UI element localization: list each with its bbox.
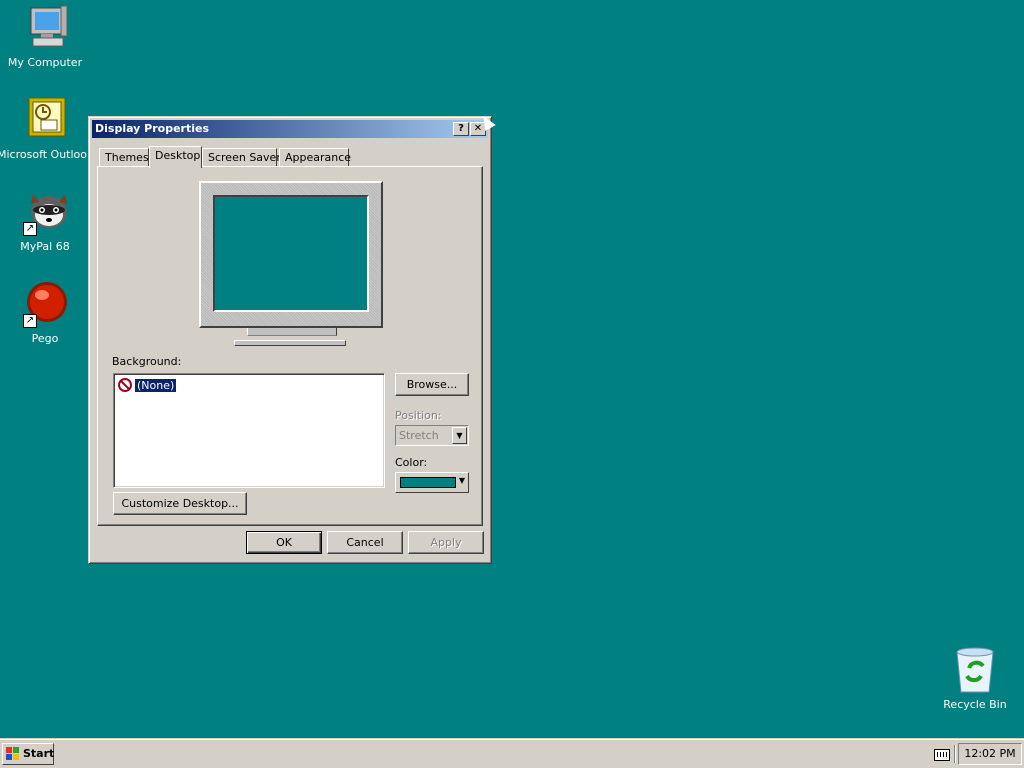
tab-appearance[interactable]: Appearance: [279, 148, 352, 167]
customize-desktop-button[interactable]: Customize Desktop...: [113, 492, 247, 515]
start-button[interactable]: Start: [2, 743, 54, 765]
position-select[interactable]: Stretch ▼: [395, 425, 469, 446]
title-bar[interactable]: Display Properties ? ✕: [92, 120, 488, 138]
color-label: Color:: [395, 456, 428, 469]
none-icon: [118, 378, 132, 392]
monitor-preview: [199, 181, 383, 328]
background-listbox[interactable]: (None): [113, 373, 385, 488]
apply-button[interactable]: Apply: [408, 531, 484, 554]
desktop-icon-recycle-bin[interactable]: Recycle Bin: [927, 646, 1023, 711]
taskbar: Start 12:02 PM: [0, 738, 1024, 768]
desktop-icon-label: Recycle Bin: [943, 698, 1007, 711]
background-item-none[interactable]: (None): [133, 377, 178, 393]
desktop-icon-label: Pego: [31, 332, 59, 345]
tab-label: Themes: [105, 151, 149, 164]
desktop-icon-pego[interactable]: ↗ Pego: [0, 280, 93, 345]
tab-label: Desktop: [155, 149, 201, 162]
position-value: Stretch: [399, 429, 439, 442]
desktop-icon-label: My Computer: [7, 56, 83, 69]
pego-icon: ↗: [21, 280, 69, 328]
shortcut-arrow-icon: ↗: [23, 314, 37, 328]
keyboard-icon[interactable]: [934, 749, 950, 761]
background-label: Background:: [112, 355, 182, 368]
windows-logo-icon: [6, 747, 20, 761]
help-icon: ?: [458, 123, 464, 134]
tab-desktop[interactable]: Desktop: [149, 146, 202, 168]
window-title: Display Properties: [95, 122, 210, 135]
clock-time: 12:02 PM: [964, 747, 1016, 760]
monitor-neck: [247, 328, 337, 336]
desktop-icon-my-computer[interactable]: My Computer: [0, 4, 93, 69]
list-item[interactable]: (None): [118, 377, 178, 393]
tray-separator: [954, 745, 956, 763]
my-computer-icon: [21, 4, 69, 52]
tab-label: Appearance: [285, 151, 352, 164]
monitor-preview-screen: [213, 195, 369, 312]
help-button[interactable]: ?: [453, 122, 469, 136]
position-label: Position:: [395, 409, 442, 422]
system-clock[interactable]: 12:02 PM: [958, 743, 1022, 765]
color-picker-button[interactable]: ▼: [395, 472, 469, 493]
cancel-button[interactable]: Cancel: [327, 531, 403, 554]
desktop-icon-mypal[interactable]: ↗ MyPal 68: [0, 188, 93, 253]
tab-screen-saver[interactable]: Screen Saver: [202, 148, 281, 167]
tab-themes[interactable]: Themes: [99, 148, 149, 167]
mypal-icon: ↗: [21, 188, 69, 236]
browse-button[interactable]: Browse...: [395, 373, 469, 396]
chevron-down-icon: ▼: [458, 476, 465, 485]
color-swatch: [400, 477, 456, 488]
shortcut-arrow-icon: ↗: [23, 222, 37, 236]
outlook-icon: [21, 96, 69, 144]
chevron-down-icon: ▼: [452, 427, 467, 444]
recycle-bin-icon: [951, 646, 999, 694]
monitor-stand: [234, 340, 346, 346]
start-label: Start: [23, 747, 55, 760]
ok-button[interactable]: OK: [246, 531, 322, 554]
desktop-icon-microsoft-outlook[interactable]: Microsoft Outlook: [0, 96, 93, 161]
tab-label: Screen Saver: [208, 151, 281, 164]
desktop-icon-label: Microsoft Outlook: [0, 148, 94, 161]
display-properties-window: Display Properties ? ✕ Themes Desktop Sc…: [88, 116, 492, 564]
desktop-icon-label: MyPal 68: [20, 240, 70, 253]
